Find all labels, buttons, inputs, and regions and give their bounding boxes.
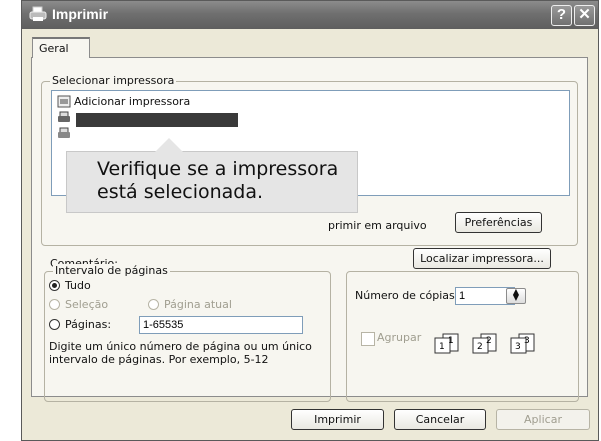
print-button[interactable]: Imprimir [291,409,384,430]
list-item[interactable] [57,110,74,124]
page-range-legend: Intervalo de páginas [53,264,170,277]
copies-group: Número de cópias: ▲▼ Agrupar 1 1 2 2 3 3 [346,271,579,402]
radio-selection-label: Seleção [65,298,109,311]
list-item[interactable]: Adicionar impressora [57,94,190,108]
title-bar[interactable]: Imprimir ? ✕ [22,1,598,29]
radio-selection: Seleção [49,298,108,311]
callout-text: Verifique se a impressora está seleciona… [97,158,339,203]
svg-text:3: 3 [524,336,530,346]
close-button[interactable]: ✕ [574,5,595,26]
svg-text:3: 3 [515,342,521,352]
printer-icon [29,6,47,21]
help-button[interactable]: ? [551,5,572,26]
redacted-printer-name [76,113,238,127]
svg-text:2: 2 [486,336,492,346]
apply-button: Aplicar [496,409,590,430]
radio-current-page: Página atual [148,298,232,311]
print-dialog: Imprimir ? ✕ Geral Selecionar impressora… [21,0,599,441]
add-printer-icon [57,95,71,107]
select-printer-legend: Selecionar impressora [50,74,177,87]
radio-indicator [49,319,60,330]
radio-current-page-label: Página atual [164,298,232,311]
radio-pages-label: Páginas: [65,318,112,331]
page-range-group: Intervalo de páginas Tudo Seleção Página… [44,264,331,402]
copies-spinner[interactable]: ▲ ▼ [506,288,526,304]
radio-indicator [49,280,60,291]
radio-pages[interactable]: Páginas: [49,318,111,331]
tab-geral[interactable]: Geral [32,37,90,58]
callout-box: Verifique se a impressora está seleciona… [66,138,358,213]
radio-indicator [49,299,60,310]
collate-label: Agrupar [377,331,422,344]
printer-icon [58,111,70,122]
radio-indicator [148,299,159,310]
find-printer-button[interactable]: Localizar impressora... [413,248,551,269]
window-title: Imprimir [52,6,109,22]
collate-preview-icon: 1 1 2 2 3 3 [434,333,535,354]
printer-icon [58,127,70,138]
svg-text:2: 2 [477,342,483,352]
print-to-file-label[interactable]: primir em arquivo [328,219,427,232]
pages-input[interactable] [139,316,303,334]
preferences-button[interactable]: Preferências [455,212,542,233]
list-item-label: Adicionar impressora [74,94,191,108]
tab-panel: Selecionar impressora Adicionar impresso… [31,57,588,402]
cancel-button[interactable]: Cancelar [394,409,486,430]
radio-all-label: Tudo [65,279,91,292]
radio-all[interactable]: Tudo [49,279,91,292]
svg-text:1: 1 [439,342,445,352]
svg-text:1: 1 [448,336,454,346]
list-item[interactable] [57,126,74,140]
copies-label: Número de cópias: [355,289,459,302]
callout-pointer [155,138,183,152]
page-range-hint: Digite um único número de página ou um ú… [49,340,312,366]
collate-checkbox[interactable] [361,332,375,346]
